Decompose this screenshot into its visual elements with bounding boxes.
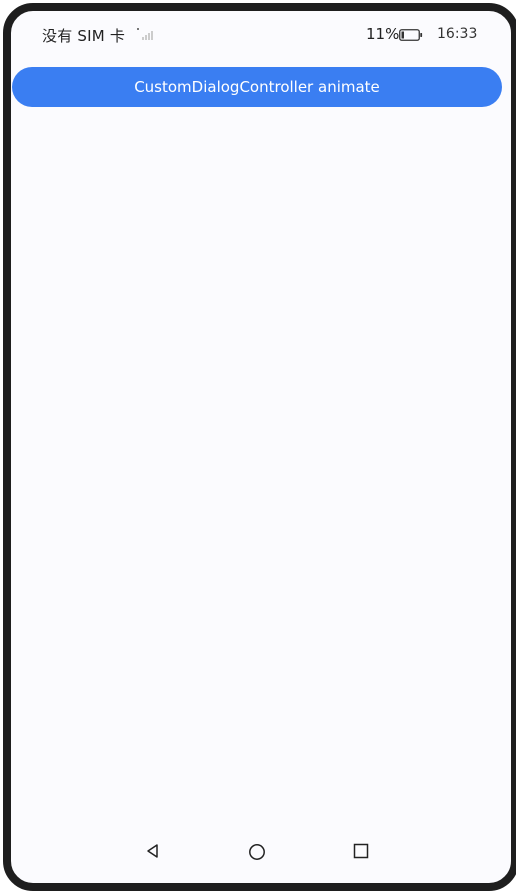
- home-icon[interactable]: [248, 843, 266, 861]
- carrier-label: 没有 SIM 卡: [42, 27, 126, 45]
- custom-dialog-animate-button[interactable]: CustomDialogController animate: [12, 67, 502, 107]
- battery-percent: 11%: [366, 25, 400, 43]
- battery-icon: [399, 29, 423, 41]
- status-time: 16:33: [437, 26, 478, 42]
- signal-icon: [137, 28, 153, 40]
- phone-screen: 没有 SIM 卡 11% 16:33 CustomDialogControlle…: [3, 3, 516, 891]
- navigation-bar: [11, 839, 511, 883]
- recents-icon[interactable]: [353, 843, 369, 859]
- status-bar: 没有 SIM 卡 11% 16:33: [11, 11, 511, 61]
- back-icon[interactable]: [145, 843, 161, 859]
